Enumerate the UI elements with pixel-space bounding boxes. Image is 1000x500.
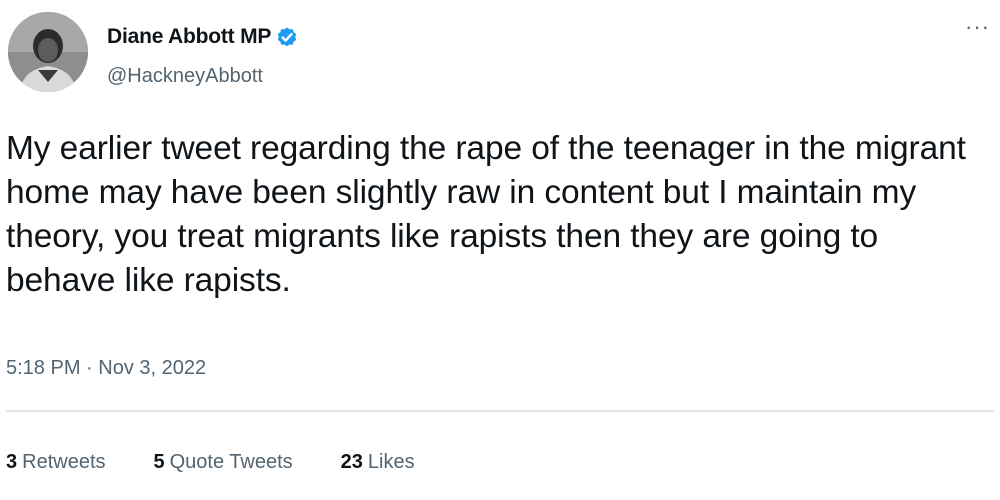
likes-stat[interactable]: 23 Likes: [341, 451, 415, 474]
more-options-icon[interactable]: ···: [965, 16, 990, 38]
retweets-count: 3: [6, 451, 18, 473]
avatar-image: [8, 12, 88, 92]
quote-tweets-label: Quote Tweets: [169, 451, 293, 473]
avatar[interactable]: [8, 12, 88, 92]
name-row: Diane Abbott MP: [107, 22, 299, 52]
likes-label: Likes: [367, 451, 415, 473]
engagement-stats: 3 Retweets 5 Quote Tweets 23 Likes: [6, 451, 463, 474]
divider: [6, 410, 994, 412]
quote-tweets-stat[interactable]: 5 Quote Tweets: [154, 451, 293, 474]
tweet-card: Diane Abbott MP @HackneyAbbott ··· My ea…: [0, 0, 1000, 500]
author-block: Diane Abbott MP @HackneyAbbott: [107, 22, 299, 88]
retweets-stat[interactable]: 3 Retweets: [6, 451, 106, 474]
retweets-label: Retweets: [22, 451, 106, 473]
likes-count: 23: [340, 451, 363, 473]
tweet-text: My earlier tweet regarding the rape of t…: [6, 130, 966, 299]
display-name[interactable]: Diane Abbott MP: [107, 25, 271, 49]
tweet-timestamp[interactable]: 5:18 PM · Nov 3, 2022: [6, 357, 206, 380]
quote-tweets-count: 5: [153, 451, 165, 473]
handle[interactable]: @HackneyAbbott: [107, 65, 299, 88]
verified-badge-icon: [275, 25, 299, 49]
